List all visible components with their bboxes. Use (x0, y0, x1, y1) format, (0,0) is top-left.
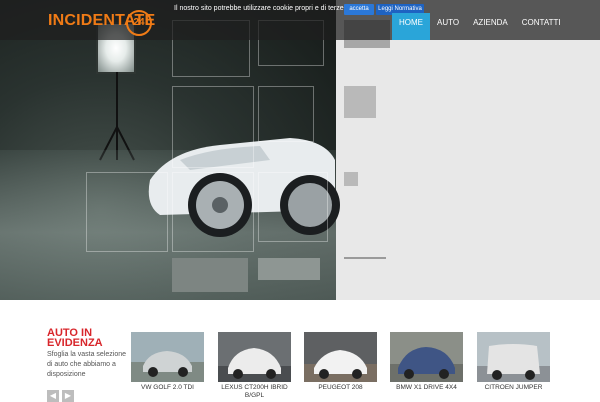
hero-tile (258, 258, 320, 280)
hero-tile (172, 258, 248, 292)
top-bar: INCIDENTATE 24 Il nostro sito potrebbe u… (0, 0, 600, 40)
hero-tile (258, 86, 314, 142)
nav-item-auto[interactable]: AUTO (430, 13, 466, 40)
hero-tile (86, 172, 168, 252)
tripod-stand (99, 72, 135, 161)
hero-tile (344, 172, 358, 186)
nav-item-azienda[interactable]: AZIENDA (466, 13, 515, 40)
car-name: CITROEN JUMPER (484, 384, 543, 391)
featured-cars-section: AUTO IN EVIDENZA Sfoglia la vasta selezi… (0, 300, 600, 402)
car-name: VW GOLF 2.0 TDI (141, 384, 194, 391)
cookie-message: Il nostro sito potrebbe utilizzare cooki… (174, 5, 360, 12)
chevron-right-icon[interactable]: ▶ (62, 390, 74, 402)
car-card[interactable]: PEUGEOT 208 (304, 332, 377, 400)
hero-slider (0, 0, 600, 300)
car-photo (218, 332, 291, 382)
car-photo (304, 332, 377, 382)
nav-item-contatti[interactable]: CONTATTI (515, 13, 568, 40)
car-photo (131, 332, 204, 382)
hero-tile (172, 172, 254, 252)
car-card[interactable]: VW GOLF 2.0 TDI (131, 332, 204, 400)
car-photo (390, 332, 463, 382)
featured-description: Sfoglia la vasta selezione di auto che a… (47, 351, 126, 378)
car-card[interactable]: LEXUS CT200H IBRID B/GPL (218, 332, 291, 400)
hero-tile (344, 257, 386, 259)
featured-title: AUTO IN EVIDENZA (47, 327, 103, 349)
hero-tile (344, 86, 376, 118)
car-name: LEXUS CT200H IBRID B/GPL (221, 384, 288, 399)
main-nav: HOME AUTO AZIENDA CONTATTI (392, 13, 568, 40)
car-name: PEUGEOT 208 (318, 384, 363, 391)
nav-item-home[interactable]: HOME (392, 13, 430, 40)
chevron-left-icon[interactable]: ◀ (47, 390, 59, 402)
hero-tile (258, 172, 328, 242)
car-card[interactable]: BMW X1 DRIVE 4X4 (390, 332, 463, 400)
car-card[interactable]: CITROEN JUMPER (477, 332, 550, 400)
car-name: BMW X1 DRIVE 4X4 (396, 384, 457, 391)
accept-cookies-button[interactable]: accetta (344, 4, 374, 15)
car-photo (477, 332, 550, 382)
hero-tile (172, 86, 254, 168)
